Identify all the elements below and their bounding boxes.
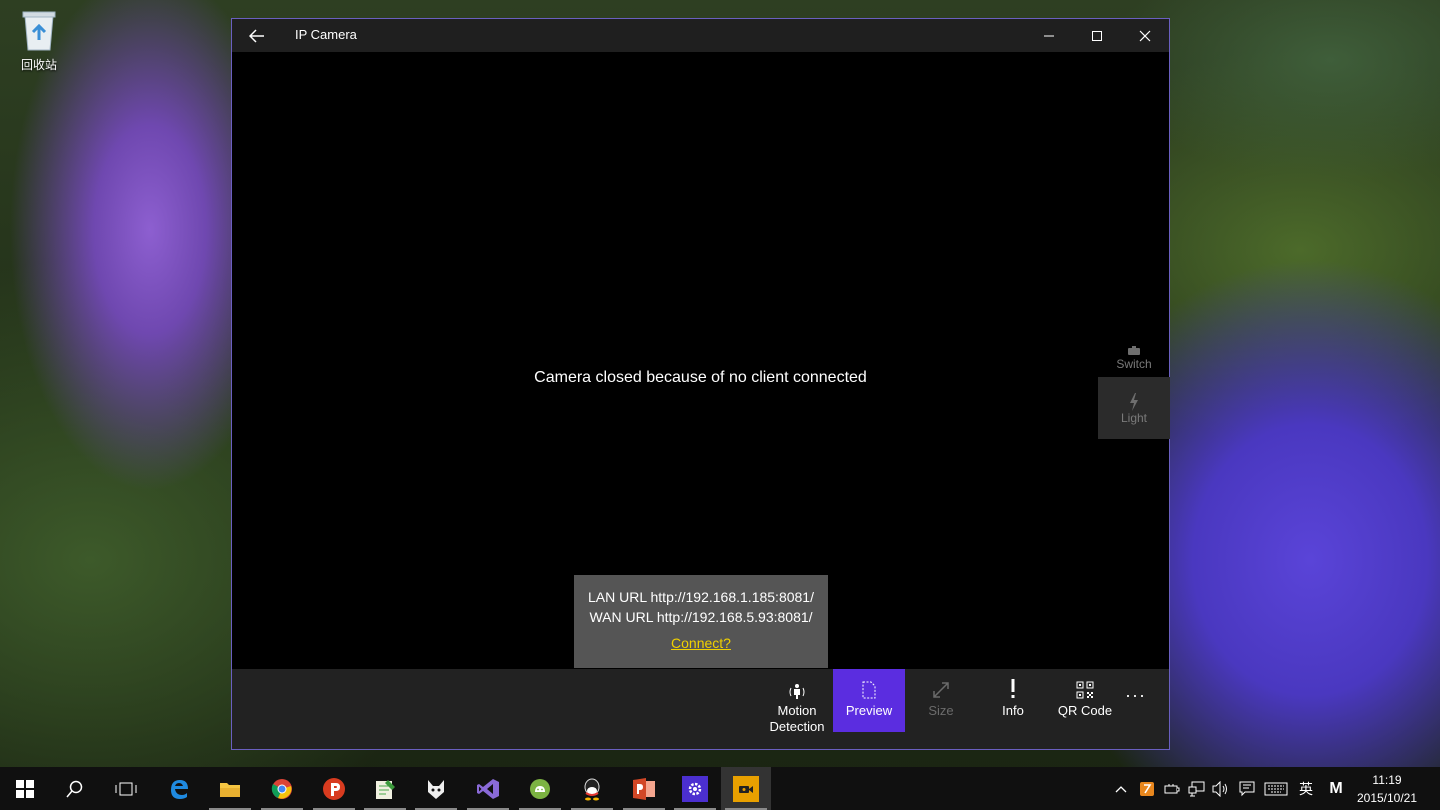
file-explorer-icon xyxy=(220,782,240,797)
minimize-icon xyxy=(1044,35,1054,36)
motion-label-line1: Motion xyxy=(777,703,817,718)
switch-label: Switch xyxy=(1116,357,1152,371)
search-icon xyxy=(66,780,83,797)
exclamation-icon xyxy=(1011,679,1015,698)
taskbar-chrome[interactable] xyxy=(257,767,307,810)
p-app-icon xyxy=(323,777,345,800)
foobar-icon xyxy=(428,779,444,799)
task-view-button[interactable] xyxy=(101,767,151,810)
back-arrow-icon xyxy=(249,28,264,43)
recycle-bin-label: 回收站 xyxy=(20,58,57,72)
qr-code-label: QR Code xyxy=(1057,703,1113,718)
camera-switch-icon xyxy=(1128,346,1140,355)
url-info-popup: LAN URL http://192.168.1.185:8081/ WAN U… xyxy=(574,575,828,668)
tray-network[interactable] xyxy=(1186,767,1208,810)
camera-status-message: Camera closed because of no client conne… xyxy=(534,369,867,386)
light-button[interactable]: Light xyxy=(1098,377,1170,439)
taskbar: 英 M 11:19 2015/10/21 xyxy=(0,767,1440,810)
chrome-icon xyxy=(271,778,292,799)
motion-detection-icon xyxy=(789,684,805,699)
notepad-app-icon xyxy=(376,779,395,799)
taskbar-powerpoint[interactable] xyxy=(619,767,669,810)
taskbar-android-studio[interactable] xyxy=(515,767,565,810)
taskbar-file-explorer[interactable] xyxy=(205,767,255,810)
show-hidden-icons-button[interactable] xyxy=(1110,767,1132,810)
command-bar: Motion Detection Preview Size Info QR Co… xyxy=(232,669,1169,749)
clock-time: 11:19 xyxy=(1372,773,1402,787)
tray-action-center[interactable] xyxy=(1236,767,1258,810)
lan-url-text: LAN URL http://192.168.1.185:8081/ xyxy=(588,589,814,605)
switch-camera-button[interactable]: Switch xyxy=(1098,323,1170,385)
android-studio-icon xyxy=(530,778,550,799)
task-view-icon xyxy=(115,782,137,795)
taskbar-edge[interactable] xyxy=(154,767,204,810)
network-icon xyxy=(1188,781,1205,796)
taskbar-settings[interactable] xyxy=(670,767,720,810)
taskbar-qq[interactable] xyxy=(567,767,617,810)
start-button[interactable] xyxy=(0,767,50,810)
recycle-bin-shortcut[interactable]: 回收站 xyxy=(14,8,64,73)
power-plug-icon xyxy=(1164,783,1180,793)
powerpoint-icon xyxy=(633,777,655,800)
edge-icon xyxy=(171,779,188,799)
maximize-button[interactable] xyxy=(1073,19,1121,52)
tray-ime-language[interactable]: 英 xyxy=(1295,767,1317,810)
qq-icon xyxy=(584,778,600,800)
taskbar-ip-camera[interactable] xyxy=(721,767,771,810)
tray-app-orange[interactable] xyxy=(1136,767,1158,810)
close-button[interactable] xyxy=(1121,19,1169,52)
info-label: Info xyxy=(1002,703,1024,718)
tray-orange-app-icon xyxy=(1140,781,1154,796)
back-button[interactable] xyxy=(240,19,274,52)
taskbar-clock[interactable]: 11:19 2015/10/21 xyxy=(1352,771,1422,807)
tray-power[interactable] xyxy=(1161,767,1183,810)
visual-studio-icon xyxy=(477,778,499,799)
recycle-bin-icon xyxy=(20,8,58,52)
info-button[interactable]: Info xyxy=(977,669,1049,732)
tray-volume[interactable] xyxy=(1210,767,1232,810)
preview-button[interactable]: Preview xyxy=(833,669,905,732)
motion-label-line2: Detection xyxy=(769,719,825,734)
taskbar-notepad-app[interactable] xyxy=(360,767,410,810)
maximize-icon xyxy=(1092,30,1102,41)
resize-icon xyxy=(933,682,949,698)
title-bar: IP Camera xyxy=(232,19,1169,52)
preview-label: Preview xyxy=(845,703,893,718)
qr-code-icon xyxy=(1076,681,1094,699)
more-options-button[interactable]: ··· xyxy=(1125,685,1146,706)
taskbar-p-app[interactable] xyxy=(309,767,359,810)
settings-icon xyxy=(688,782,702,795)
light-label: Light xyxy=(1120,411,1148,425)
flash-icon xyxy=(1130,393,1138,411)
taskbar-visual-studio[interactable] xyxy=(463,767,513,810)
connect-link[interactable]: Connect? xyxy=(671,633,731,653)
windows-logo-icon xyxy=(16,779,34,798)
keyboard-icon xyxy=(1264,782,1288,795)
chevron-up-icon xyxy=(1115,785,1127,792)
motion-detection-button[interactable]: Motion Detection xyxy=(761,669,833,734)
tray-ime-mode[interactable]: M xyxy=(1324,767,1348,810)
speaker-icon xyxy=(1212,780,1227,797)
preview-icon xyxy=(862,681,876,699)
minimize-button[interactable] xyxy=(1025,19,1073,52)
notification-icon xyxy=(1239,781,1255,796)
tray-touch-keyboard[interactable] xyxy=(1262,767,1290,810)
clock-date: 2015/10/21 xyxy=(1356,791,1418,805)
size-label: Size xyxy=(928,703,954,718)
search-button[interactable] xyxy=(50,767,100,810)
size-button[interactable]: Size xyxy=(905,669,977,732)
qr-code-button[interactable]: QR Code xyxy=(1049,669,1121,732)
ip-camera-window: IP Camera Camera closed because of no cl… xyxy=(231,18,1170,750)
ip-camera-icon xyxy=(739,785,753,793)
taskbar-foobar[interactable] xyxy=(411,767,461,810)
wan-url-text: WAN URL http://192.168.5.93:8081/ xyxy=(589,609,813,625)
close-icon xyxy=(1139,30,1151,41)
window-title: IP Camera xyxy=(295,27,357,42)
